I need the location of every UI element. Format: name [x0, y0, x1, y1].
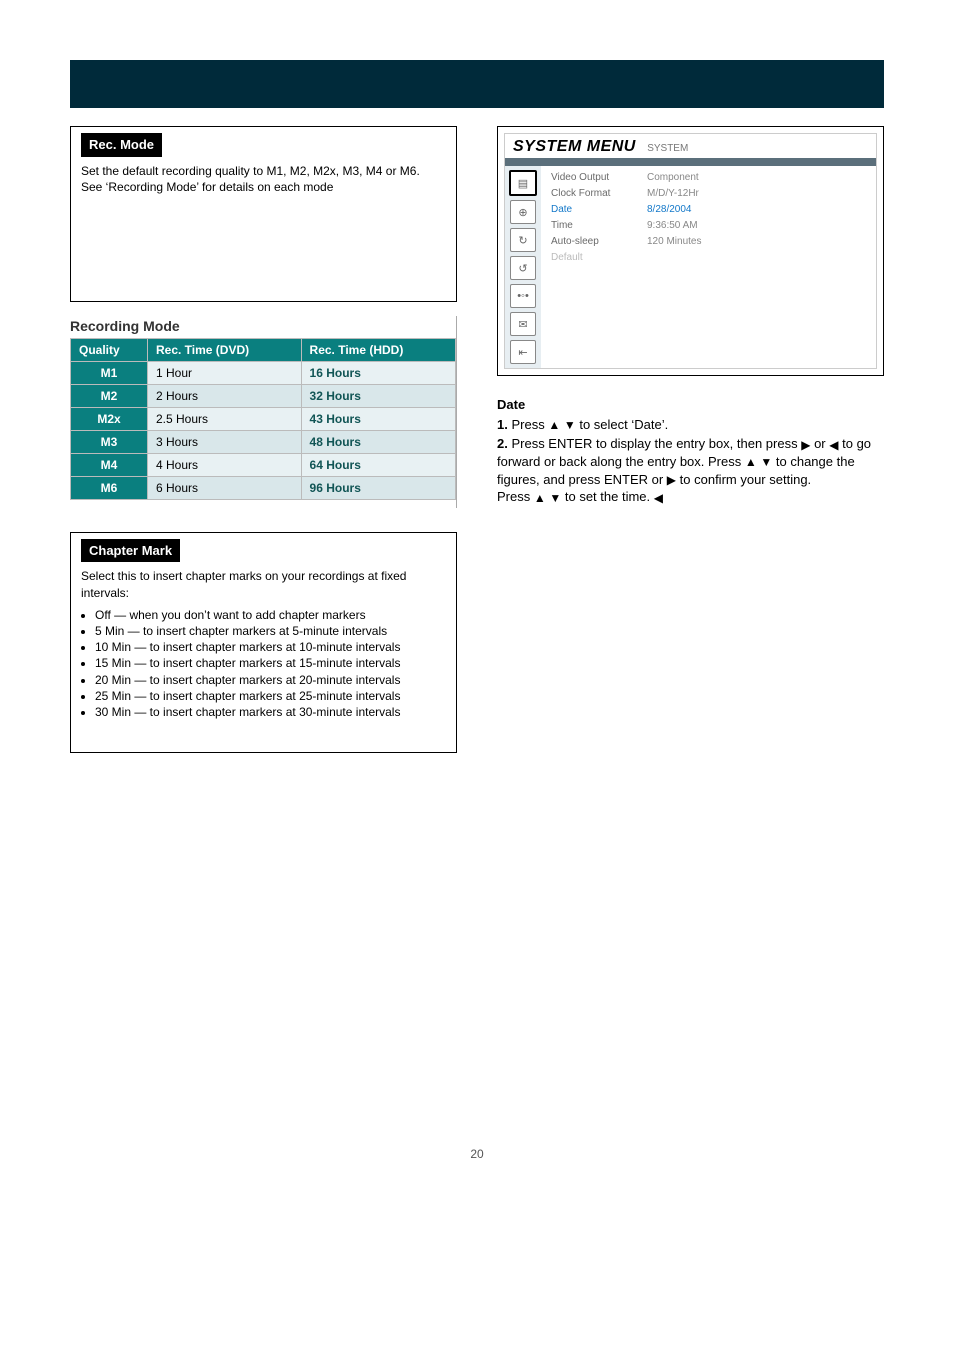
recording-mode-block: Recording Mode Quality Rec. Time (DVD) R…	[70, 316, 457, 508]
quality-cell: M4	[71, 453, 148, 476]
table-row: M66 Hours96 Hours	[71, 476, 456, 499]
system-menu-tag: SYSTEM	[647, 143, 688, 154]
setting-value: M/D/Y-12Hr	[647, 186, 699, 202]
step-1-num: 1.	[497, 417, 508, 432]
system-menu-row[interactable]: Time 9:36:50 AM	[551, 218, 868, 234]
quality-cell: M2x	[71, 407, 148, 430]
setting-key: Auto-sleep	[551, 234, 631, 250]
step-1-ta: Press	[511, 417, 548, 432]
system-menu-settings: Video Output Component Clock Format M/D/Y-1…	[541, 166, 876, 368]
dvd-cell: 1 Hour	[148, 361, 302, 384]
step-2: 2. Press ENTER to display the entry box,…	[497, 435, 884, 506]
date-instructions: Date 1. Press ▲ ▼ to select ‘Date’. 2. P…	[497, 396, 884, 506]
system-menu-icon-bar: ▤ ⊕ ↻ ↺ •◦• ✉ ⇤	[505, 166, 541, 368]
rec-mode-text: Set the default recording quality to M1,…	[81, 163, 446, 195]
left-arrow-icon: ◀	[654, 490, 663, 506]
hdd-cell: 32 Hours	[301, 384, 455, 407]
step-2-tb: or	[814, 436, 829, 451]
sys-icon[interactable]: ▤	[509, 170, 537, 196]
col-dvd-time: Rec. Time (DVD)	[148, 338, 302, 361]
lang-icon[interactable]: ⊕	[510, 200, 536, 224]
step-2-tf: to set the time.	[565, 489, 650, 504]
hdd-cell: 48 Hours	[301, 430, 455, 453]
system-menu-row[interactable]: Auto-sleep 120 Minutes	[551, 234, 868, 250]
dvd-cell: 3 Hours	[148, 430, 302, 453]
setting-value: 120 Minutes	[647, 234, 701, 250]
step-1: 1. Press ▲ ▼ to select ‘Date’.	[497, 416, 884, 434]
quality-cell: M2	[71, 384, 148, 407]
right-arrow-icon: ▶	[667, 472, 676, 488]
list-item: 30 Min — to insert chapter markers at 30…	[95, 704, 446, 720]
section-header-bar	[70, 60, 884, 108]
setting-value: 8/28/2004	[647, 202, 692, 218]
down-arrow-icon: ▼	[549, 490, 561, 506]
step-2-ta: Press ENTER to display the entry box, th…	[511, 436, 801, 451]
play-a-icon[interactable]: ↻	[510, 228, 536, 252]
page-number: 20	[70, 1147, 884, 1161]
step-2-num: 2.	[497, 436, 508, 451]
system-menu-screenshot: SYSTEM MENU SYSTEM ▤ ⊕ ↻ ↺ •◦• ✉ ⇤ Video Outpu…	[497, 126, 884, 376]
chapter-mark-intro: Select this to insert chapter marks on y…	[81, 568, 446, 600]
up-arrow-icon: ▲	[548, 417, 560, 433]
down-arrow-icon: ▼	[760, 454, 772, 470]
table-row: M11 Hour16 Hours	[71, 361, 456, 384]
date-heading: Date	[497, 397, 525, 412]
dvd-cell: 4 Hours	[148, 453, 302, 476]
col-quality: Quality	[71, 338, 148, 361]
recording-mode-table: Quality Rec. Time (DVD) Rec. Time (HDD) …	[70, 338, 456, 500]
chapter-mark-list: Off — when you don’t want to add chapter…	[95, 607, 446, 720]
table-row: M2x2.5 Hours43 Hours	[71, 407, 456, 430]
system-menu-row[interactable]: Clock Format M/D/Y-12Hr	[551, 186, 868, 202]
setting-key: Default	[551, 250, 631, 266]
hdd-cell: 64 Hours	[301, 453, 455, 476]
quality-cell: M6	[71, 476, 148, 499]
list-item: 20 Min — to insert chapter markers at 20…	[95, 672, 446, 688]
rec-mode-box: Rec. Mode Set the default recording qual…	[70, 126, 457, 302]
dvd-cell: 2 Hours	[148, 384, 302, 407]
exit-icon[interactable]: ⇤	[510, 340, 536, 364]
list-item: 25 Min — to insert chapter markers at 25…	[95, 688, 446, 704]
setting-key: Date	[551, 202, 631, 218]
setting-value: Component	[647, 170, 699, 186]
left-arrow-icon: ◀	[829, 437, 838, 453]
down-arrow-icon: ▼	[564, 417, 576, 433]
gv-icon[interactable]: ✉	[510, 312, 536, 336]
list-item: 5 Min — to insert chapter markers at 5-m…	[95, 623, 446, 639]
system-menu-row[interactable]: Date 8/28/2004	[551, 202, 868, 218]
system-menu-title: SYSTEM MENU	[513, 138, 636, 155]
quality-cell: M3	[71, 430, 148, 453]
dvd-cell: 6 Hours	[148, 476, 302, 499]
setting-key: Clock Format	[551, 186, 631, 202]
quality-cell: M1	[71, 361, 148, 384]
hdd-cell: 43 Hours	[301, 407, 455, 430]
rec-mode-title: Rec. Mode	[81, 133, 162, 157]
table-row: M22 Hours32 Hours	[71, 384, 456, 407]
col-hdd-time: Rec. Time (HDD)	[301, 338, 455, 361]
list-item: Off — when you don’t want to add chapter…	[95, 607, 446, 623]
right-arrow-icon: ▶	[801, 437, 810, 453]
chapter-mark-title: Chapter Mark	[81, 539, 180, 563]
setting-value: 9:36:50 AM	[647, 218, 698, 234]
table-row: M33 Hours48 Hours	[71, 430, 456, 453]
setting-key: Video Output	[551, 170, 631, 186]
up-arrow-icon: ▲	[534, 490, 546, 506]
chapter-mark-box: Chapter Mark Select this to insert chapt…	[70, 532, 457, 753]
recording-mode-title: Recording Mode	[70, 316, 456, 338]
system-menu-row[interactable]: Video Output Component	[551, 170, 868, 186]
play-b-icon[interactable]: ↺	[510, 256, 536, 280]
table-row: M44 Hours64 Hours	[71, 453, 456, 476]
list-item: 15 Min — to insert chapter markers at 15…	[95, 655, 446, 671]
audio-icon[interactable]: •◦•	[510, 284, 536, 308]
system-menu-row[interactable]: Default	[551, 250, 868, 266]
step-1-tb: to select ‘Date’.	[579, 417, 668, 432]
up-arrow-icon: ▲	[745, 454, 757, 470]
list-item: 10 Min — to insert chapter markers at 10…	[95, 639, 446, 655]
dvd-cell: 2.5 Hours	[148, 407, 302, 430]
setting-key: Time	[551, 218, 631, 234]
hdd-cell: 16 Hours	[301, 361, 455, 384]
hdd-cell: 96 Hours	[301, 476, 455, 499]
